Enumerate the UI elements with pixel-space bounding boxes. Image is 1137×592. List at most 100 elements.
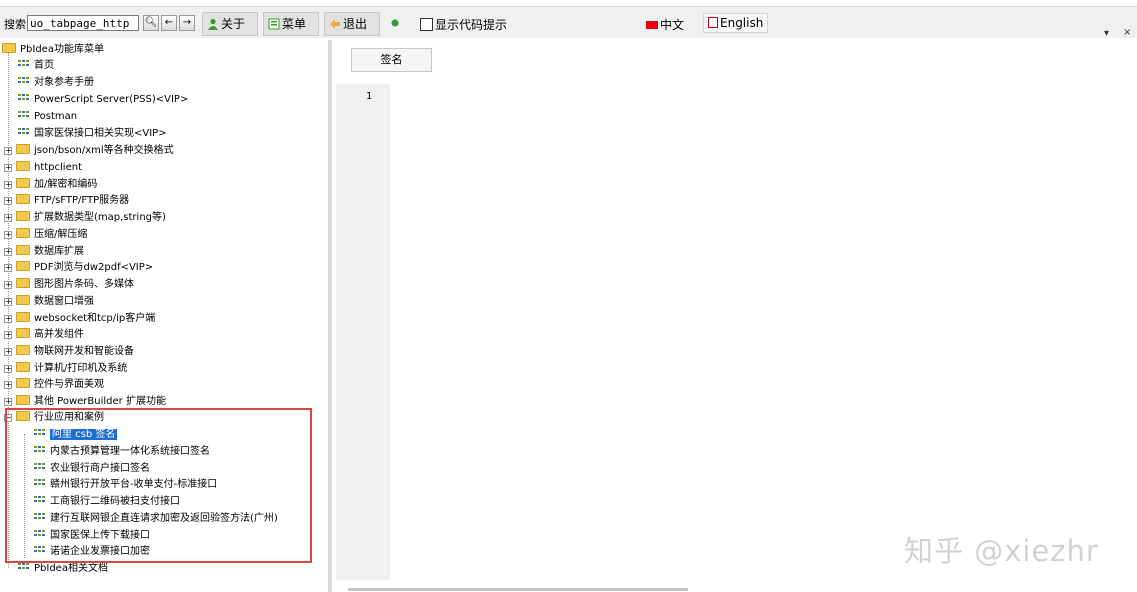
show-code-hint-checkbox[interactable]: 显示代码提示	[420, 16, 507, 33]
tree-folder[interactable]: + 数据窗口增强	[4, 294, 94, 310]
tree-folder[interactable]: + 控件与界面美观	[4, 377, 104, 393]
folder-icon	[16, 211, 30, 221]
folder-icon	[16, 345, 30, 355]
search-input[interactable]	[27, 15, 139, 31]
forward-button[interactable]: →	[179, 15, 195, 31]
lang-en-label: English	[720, 16, 764, 30]
menu-tree: PbIdea功能库菜单 首页 对象参考手册 PowerScript Server…	[0, 40, 332, 592]
tree-item-medical[interactable]: 国家医保接口相关实现<VIP>	[18, 126, 167, 142]
tree-folder-open[interactable]: − 行业应用和案例	[4, 410, 104, 426]
expand-icon[interactable]: +	[4, 398, 12, 406]
tree-item-pss[interactable]: PowerScript Server(PSS)<VIP>	[18, 92, 188, 108]
tree-item-home[interactable]: 首页	[18, 58, 54, 74]
expand-icon[interactable]: +	[4, 248, 12, 256]
expand-icon[interactable]: +	[4, 381, 12, 389]
tree-item[interactable]: 赣州银行开放平台-收单支付-标准接口	[34, 477, 217, 493]
expand-icon[interactable]: +	[4, 281, 12, 289]
tree-folder[interactable]: + 物联网开发和智能设备	[4, 344, 134, 360]
expand-icon[interactable]: +	[4, 348, 12, 356]
expand-icon[interactable]: +	[4, 231, 12, 239]
watermark: 知乎 @xiezhr	[904, 534, 1099, 568]
tree-root-label: PbIdea功能库菜单	[20, 44, 104, 55]
tree-item[interactable]: 农业银行商户接口签名	[34, 461, 150, 477]
tree-folder-label: 物联网开发和智能设备	[34, 346, 134, 357]
tree-item-reference[interactable]: 对象参考手册	[18, 75, 94, 91]
tree-item-label: 工商银行二维码被扫支付接口	[50, 496, 180, 507]
tree-folder[interactable]: + websocket和tcp/ip客户端	[4, 311, 155, 327]
exit-label: 退出	[343, 17, 368, 31]
tree-folder[interactable]: + 图形图片条码、多媒体	[4, 277, 134, 293]
folder-icon	[16, 228, 30, 238]
expand-icon[interactable]: +	[4, 197, 12, 205]
folder-icon	[16, 261, 30, 271]
tree-item[interactable]: 内蒙古预算管理一体化系统接口签名	[34, 444, 210, 460]
tree-folder[interactable]: + 扩展数据类型(map,string等)	[4, 210, 166, 226]
tree-folder[interactable]: + PDF浏览与dw2pdf<VIP>	[4, 260, 153, 276]
menu-icon	[268, 15, 280, 30]
tab-signature[interactable]: 签名	[351, 48, 432, 72]
folder-icon	[16, 194, 30, 204]
folder-icon	[16, 278, 30, 288]
tree-folder-label: httpclient	[34, 162, 82, 173]
close-icon[interactable]: ×	[1123, 27, 1131, 38]
tree-folder-label: 图形图片条码、多媒体	[34, 279, 134, 290]
expand-icon[interactable]: +	[4, 147, 12, 155]
toolbar: 搜索 🔍︎ ← → 关于 菜单 退出 显示代码提示 中文 English ▾ ×	[0, 0, 1137, 39]
expand-icon[interactable]: +	[4, 365, 12, 373]
expand-icon[interactable]: +	[4, 164, 12, 172]
collapse-icon[interactable]: −	[4, 414, 12, 422]
page-icon	[18, 60, 30, 69]
tree-item[interactable]: 国家医保上传下载接口	[34, 528, 150, 544]
folder-icon	[16, 312, 30, 322]
tree-item-label: 赣州银行开放平台-收单支付-标准接口	[50, 479, 218, 490]
tree-folder-label: websocket和tcp/ip客户端	[34, 313, 156, 324]
tree-folder[interactable]: + 高并发组件	[4, 327, 84, 343]
expand-icon[interactable]: +	[4, 264, 12, 272]
lang-cn-button[interactable]: 中文	[646, 16, 684, 33]
expand-icon[interactable]: +	[4, 298, 12, 306]
tree-folder[interactable]: + 加/解密和编码	[4, 177, 97, 193]
tree-folder[interactable]: + 数据库扩展	[4, 244, 84, 260]
tree-item[interactable]: 工商银行二维码被扫支付接口	[34, 494, 180, 510]
expand-icon[interactable]: +	[4, 315, 12, 323]
english-doc-icon	[708, 17, 718, 28]
about-button[interactable]: 关于	[202, 12, 258, 36]
search-icon: 🔍︎	[144, 17, 158, 28]
tree-item-docs[interactable]: PbIdea相关文档	[18, 561, 108, 577]
tree-item[interactable]: 建行互联网银企直连请求加密及返回验签方法(广州)	[34, 511, 278, 527]
code-area[interactable]	[390, 84, 1137, 580]
tree-folder[interactable]: + json/bson/xml等各种交换格式	[4, 143, 174, 159]
horizontal-scrollbar[interactable]	[348, 588, 688, 591]
tree-folder[interactable]: + httpclient	[4, 160, 82, 176]
back-button[interactable]: ←	[161, 15, 177, 31]
menu-button[interactable]: 菜单	[263, 12, 319, 36]
folder-icon	[16, 161, 30, 171]
tree-folder[interactable]: + FTP/sFTP/FTP服务器	[4, 193, 129, 209]
tree-folder[interactable]: + 计算机/打印机及系统	[4, 361, 127, 377]
tree-item-label: PbIdea相关文档	[34, 563, 108, 574]
tree-folder[interactable]: + 其他 PowerBuilder 扩展功能	[4, 394, 166, 410]
exit-icon	[329, 15, 341, 29]
dropdown-icon[interactable]: ▾	[1104, 28, 1109, 39]
tree-folder[interactable]: + 压缩/解压缩	[4, 227, 87, 243]
lang-cn-label: 中文	[660, 18, 685, 32]
page-icon	[34, 530, 46, 539]
tree-folder-label: FTP/sFTP/FTP服务器	[34, 195, 130, 206]
exit-button[interactable]: 退出	[324, 12, 380, 36]
tree-item[interactable]: 诺诺企业发票接口加密	[34, 544, 150, 560]
expand-icon[interactable]: +	[4, 214, 12, 222]
folder-icon	[16, 328, 30, 338]
folder-icon	[16, 295, 30, 305]
lang-en-button[interactable]: English	[703, 13, 769, 33]
tree-item-selected[interactable]: 阿里 csb 签名	[34, 427, 118, 443]
tree-root[interactable]: PbIdea功能库菜单	[2, 42, 104, 58]
tree-item-label: 建行互联网银企直连请求加密及返回验签方法(广州)	[50, 513, 278, 524]
tree-folder-label: 扩展数据类型(map,string等)	[34, 212, 166, 223]
expand-icon[interactable]: +	[4, 181, 12, 189]
checkbox-box	[420, 18, 433, 31]
expand-icon[interactable]: +	[4, 331, 12, 339]
search-button[interactable]: 🔍︎	[143, 15, 159, 31]
page-icon	[34, 546, 46, 555]
line-number: 1	[366, 91, 373, 102]
tree-item-postman[interactable]: Postman	[18, 109, 77, 125]
